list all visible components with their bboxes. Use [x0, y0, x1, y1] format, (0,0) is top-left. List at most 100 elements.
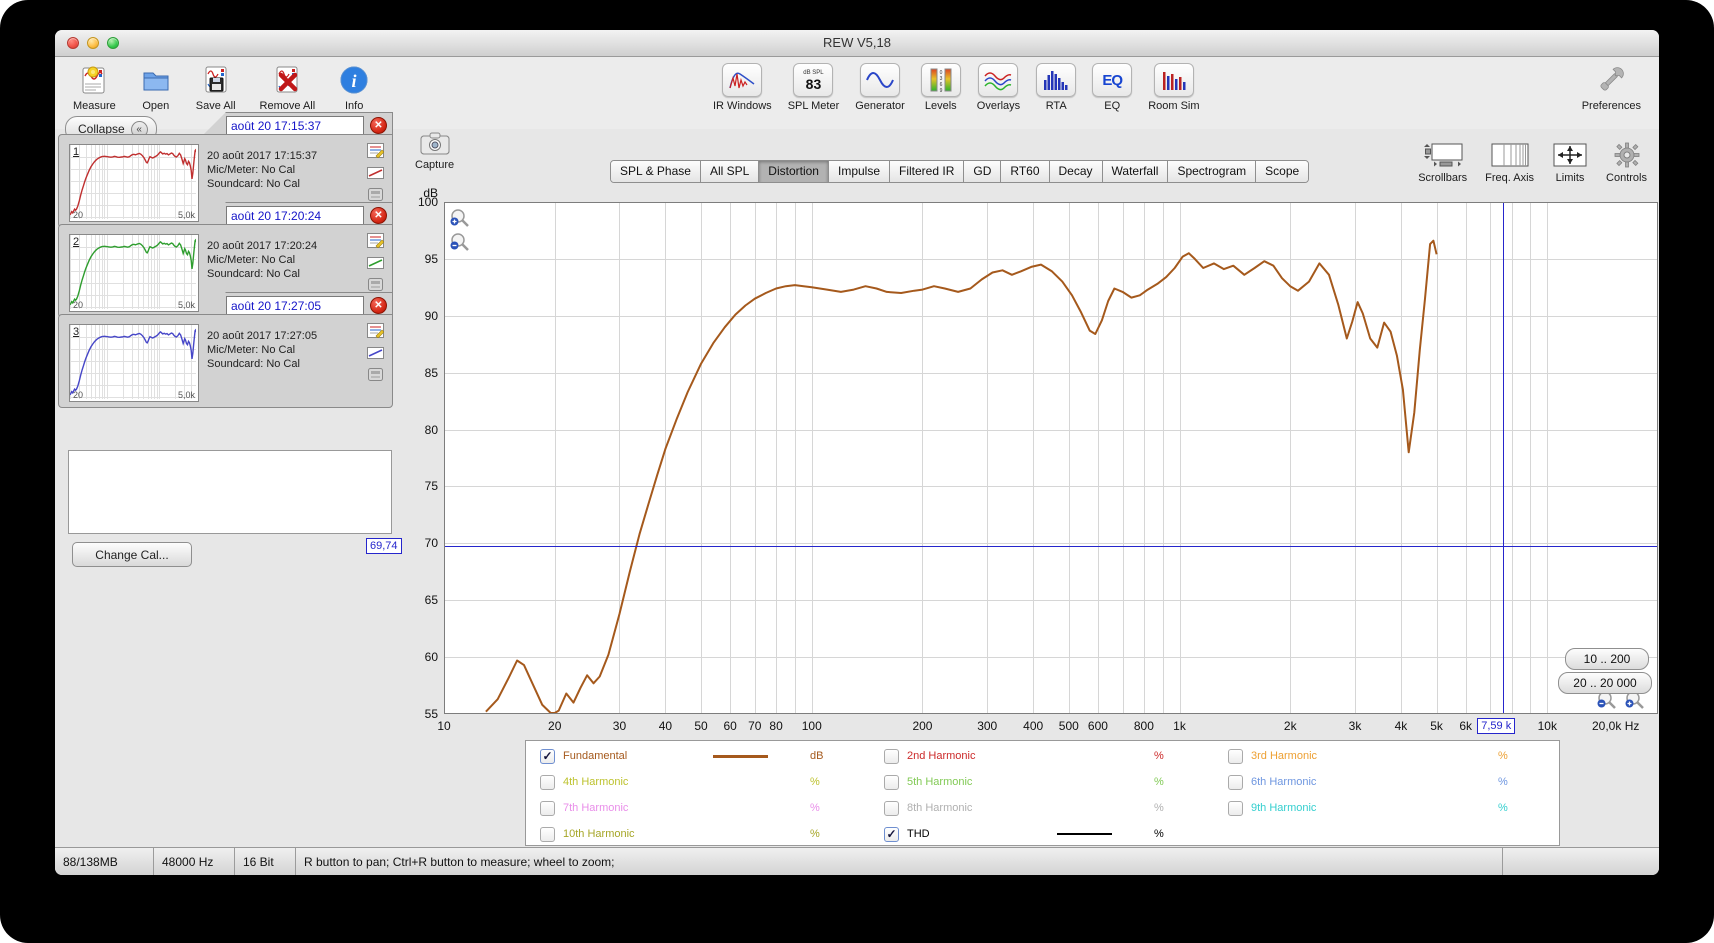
rta-icon	[1036, 63, 1077, 97]
y-tick-100: 100	[417, 195, 438, 209]
legend-label-3rd-harmonic: 3rd Harmonic	[1251, 750, 1318, 762]
ir-windows-label: IR Windows	[713, 100, 772, 112]
legend-item-4th-harmonic: 4th Harmonic%	[530, 770, 866, 794]
scrollbars-button[interactable]: Scrollbars	[1418, 142, 1467, 184]
range-20-20000-button[interactable]: 20 .. 20 000	[1558, 672, 1652, 694]
bit-depth-status: 16 Bit	[235, 848, 296, 875]
remove-measurement-button[interactable]: ✕	[370, 297, 387, 314]
x-tick-20-0k-hz: 20,0k Hz	[1592, 719, 1640, 733]
tab-waterfall[interactable]: Waterfall	[1102, 161, 1169, 182]
save-all-button[interactable]: Save All	[196, 63, 236, 112]
legend-item-10th-harmonic: 10th Harmonic%	[530, 822, 866, 846]
thumb-axis-max: 5,0k	[177, 210, 195, 220]
legend-label-9th-harmonic: 9th Harmonic	[1251, 802, 1317, 814]
legend-item-8th-harmonic: 8th Harmonic%	[874, 796, 1210, 820]
legend-unit-3rd-harmonic: %	[1498, 750, 1508, 762]
legend-unit-4th-harmonic: %	[810, 776, 820, 788]
legend-checkbox-6th-harmonic[interactable]	[1228, 774, 1243, 790]
range-10-200-button[interactable]: 10 .. 200	[1565, 648, 1649, 670]
chart-gridlines	[444, 202, 1659, 715]
measurement-soundcard-cal: Soundcard: No Cal	[207, 268, 300, 280]
legend-checkbox-thd[interactable]: ✓	[884, 826, 899, 842]
legend-checkbox-2nd-harmonic[interactable]	[884, 748, 899, 764]
measure-button[interactable]: Measure	[73, 63, 116, 112]
tab-decay[interactable]: Decay	[1049, 161, 1103, 182]
rta-button[interactable]: RTA	[1036, 63, 1077, 112]
distortion-legend: ✓ Fundamental dB 2nd Harmonic% 3rd Harmonic%…	[525, 740, 1560, 846]
legend-checkbox-3rd-harmonic[interactable]	[1228, 748, 1243, 764]
measurement-actions-icon[interactable]	[367, 188, 383, 201]
y-tick-95: 95	[424, 251, 438, 266]
measurement-notes-icon[interactable]	[366, 143, 384, 158]
legend-checkbox-5th-harmonic[interactable]	[884, 774, 899, 790]
info-button[interactable]: i Info	[339, 63, 369, 112]
tab-rt60[interactable]: RT60	[1001, 161, 1050, 182]
legend-item-fundamental: ✓ Fundamental dB	[530, 744, 866, 768]
distortion-chart[interactable]	[444, 202, 1659, 715]
measurement-thumbnail[interactable]: 1 20 5,0k	[69, 144, 199, 222]
tab-filtered-ir[interactable]: Filtered IR	[890, 161, 965, 182]
measurement-notes-icon[interactable]	[366, 233, 384, 248]
measurement-thumbnail[interactable]: 3 20 5,0k	[69, 324, 199, 402]
room-sim-button[interactable]: Room Sim	[1148, 63, 1200, 112]
measurement-name-input[interactable]	[226, 205, 364, 226]
trace-color-icon[interactable]	[366, 347, 384, 359]
legend-checkbox-8th-harmonic[interactable]	[884, 800, 899, 816]
measurement-name-input[interactable]	[226, 115, 364, 136]
trace-color-icon[interactable]	[366, 167, 384, 179]
measurement-actions-icon[interactable]	[367, 368, 383, 381]
measurement-actions-icon[interactable]	[367, 278, 383, 291]
graph-controls-group: Scrollbars Freq. Axis Limits Controls	[1418, 142, 1647, 184]
zoom-out-vertical-icon[interactable]	[449, 232, 471, 254]
levels-button[interactable]: 0369 Levels	[920, 63, 961, 112]
y-tick-90: 90	[424, 308, 438, 323]
tab-scope[interactable]: Scope	[1256, 161, 1309, 182]
tab-distortion[interactable]: Distortion	[759, 161, 829, 182]
svg-text:9: 9	[939, 88, 942, 93]
legend-unit-6th-harmonic: %	[1498, 776, 1508, 788]
preferences-button[interactable]: Preferences	[1582, 63, 1641, 112]
legend-checkbox-10th-harmonic[interactable]	[540, 826, 555, 842]
zoom-in-vertical-icon[interactable]	[449, 208, 471, 230]
spl-meter-button[interactable]: dB SPL 83 SPL Meter	[788, 63, 839, 112]
legend-checkbox-7th-harmonic[interactable]	[540, 800, 555, 816]
legend-label-8th-harmonic: 8th Harmonic	[907, 802, 973, 814]
measurement-mic-cal: Mic/Meter: No Cal	[207, 344, 296, 356]
trace-color-icon[interactable]	[366, 257, 384, 269]
ir-windows-button[interactable]: IR Windows	[713, 63, 772, 112]
open-button[interactable]: Open	[140, 63, 172, 112]
measurement-notes-box[interactable]	[68, 450, 392, 534]
measurement-notes-icon[interactable]	[366, 323, 384, 338]
tab-spl-phase[interactable]: SPL & Phase	[611, 161, 701, 182]
generator-button[interactable]: Generator	[855, 63, 905, 112]
x-tick-30: 30	[612, 719, 627, 733]
tab-gd[interactable]: GD	[964, 161, 1002, 182]
measurement-name-input[interactable]	[226, 295, 364, 316]
limits-button[interactable]: Limits	[1552, 142, 1588, 184]
ir-windows-icon	[722, 63, 763, 97]
controls-button[interactable]: Controls	[1606, 142, 1647, 184]
legend-checkbox-fundamental[interactable]: ✓	[540, 748, 555, 764]
save-all-label: Save All	[195, 100, 236, 112]
remove-all-button[interactable]: Remove All	[260, 63, 315, 112]
remove-measurement-button[interactable]: ✕	[370, 117, 387, 134]
capture-button[interactable]: Capture	[415, 132, 454, 171]
preferences-label: Preferences	[1581, 100, 1641, 112]
x-tick-100: 100	[801, 719, 822, 733]
tab-all-spl[interactable]: All SPL	[700, 161, 760, 182]
freq-axis-button[interactable]: Freq. Axis	[1485, 142, 1534, 184]
legend-label-6th-harmonic: 6th Harmonic	[1251, 776, 1317, 788]
freq-axis-icon	[1491, 143, 1529, 167]
eq-button[interactable]: EQ EQ	[1092, 63, 1133, 112]
change-cal-button[interactable]: Change Cal...	[72, 542, 192, 567]
overlays-button[interactable]: Overlays	[977, 63, 1020, 112]
freq-axis-label: Freq. Axis	[1485, 172, 1535, 184]
measurement-thumbnail[interactable]: 2 20 5,0k	[69, 234, 199, 312]
tab-spectrogram[interactable]: Spectrogram	[1168, 161, 1257, 182]
legend-unit-9th-harmonic: %	[1498, 802, 1508, 814]
remove-measurement-button[interactable]: ✕	[370, 207, 387, 224]
legend-checkbox-4th-harmonic[interactable]	[540, 774, 555, 790]
measurement-body[interactable]: 3 20 5,0k 20 août 2017 17:27:05 Mic/Mete…	[58, 314, 393, 408]
tab-impulse[interactable]: Impulse	[828, 161, 891, 182]
legend-checkbox-9th-harmonic[interactable]	[1228, 800, 1243, 816]
